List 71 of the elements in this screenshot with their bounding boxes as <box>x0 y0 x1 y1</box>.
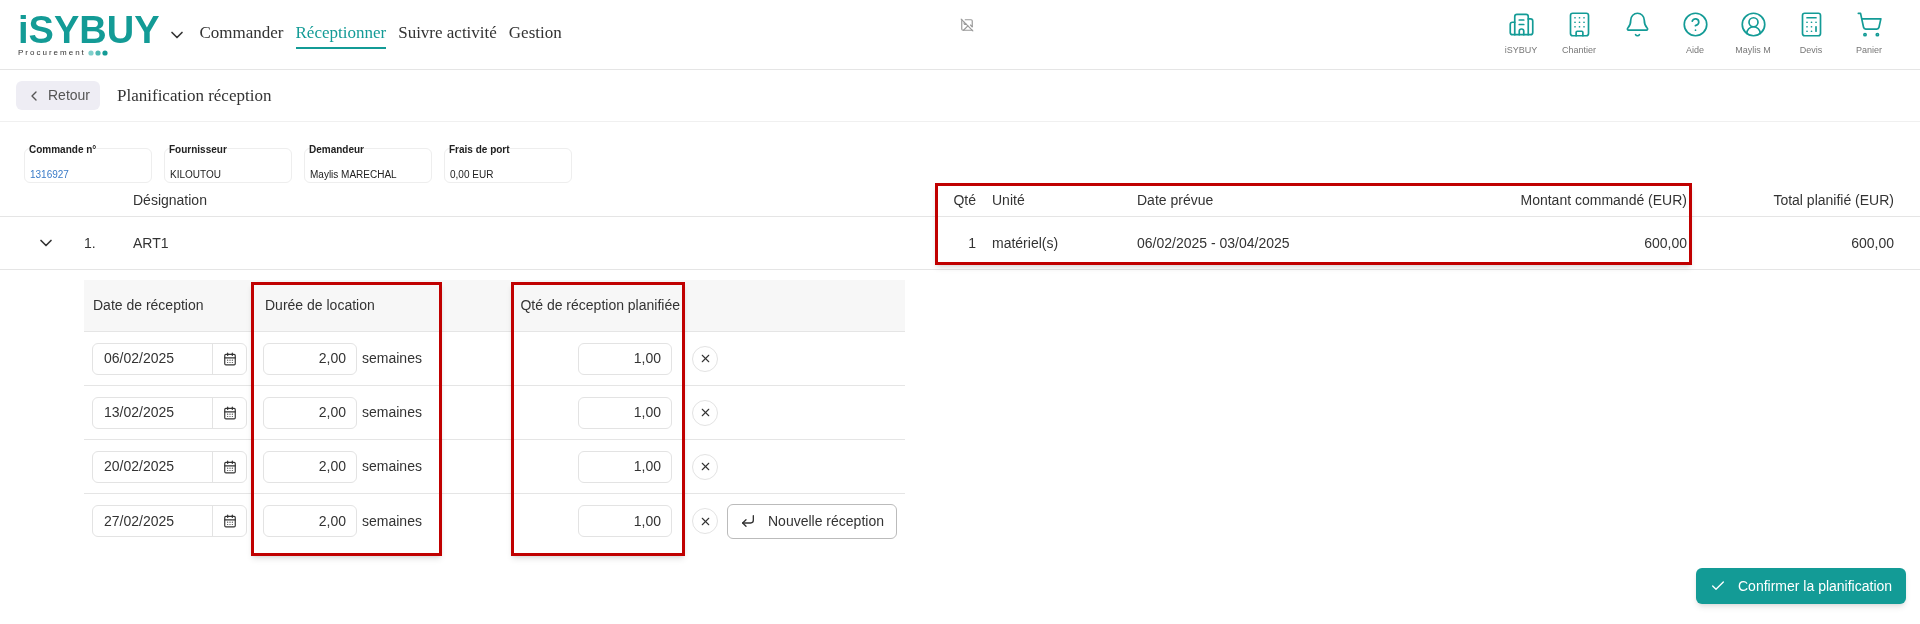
quantity-field[interactable]: 1,00 <box>578 450 672 483</box>
table-cell-text: ART1 <box>133 233 170 253</box>
column-header: Total planifié (EUR) <box>1772 191 1894 210</box>
nav-link[interactable]: Commander <box>199 20 284 49</box>
quantity-field[interactable]: 1,00 <box>578 396 672 429</box>
column-header: Date de réception <box>92 296 205 315</box>
column-header: Désignation <box>133 191 208 210</box>
broken-image-icon <box>960 18 974 32</box>
duration-unit: semaines <box>362 511 423 531</box>
cart-icon <box>1855 11 1883 39</box>
column-header: Qté de réception planifiée <box>519 296 680 315</box>
action-label: Aide <box>1686 44 1704 58</box>
duration-unit: semaines <box>362 349 423 368</box>
date-field[interactable]: 13/02/2025 <box>92 396 247 429</box>
table-cell-text: 06/02/2025 - 03/04/2025 <box>1137 233 1291 253</box>
column-header: Montant commandé (EUR) <box>1519 191 1687 210</box>
action-label: Maylis M <box>1735 44 1771 58</box>
action-label: Chantier <box>1562 44 1596 58</box>
help-icon <box>1681 11 1709 39</box>
user-icon <box>1739 11 1767 39</box>
action-label: Panier <box>1856 44 1882 58</box>
quantity-field[interactable]: 1,00 <box>578 505 672 537</box>
dots-icon <box>87 49 110 56</box>
table-cell-text: matériel(s) <box>992 233 1060 253</box>
duration-unit: semaines <box>362 457 423 476</box>
header-action[interactable]: Aide <box>1667 11 1723 58</box>
action-label: Devis <box>1799 44 1823 58</box>
table-cell-text: 1 <box>967 233 976 253</box>
header-action[interactable]: iSYBUY <box>1493 11 1549 58</box>
info-value: 0,00 EUR <box>450 169 494 180</box>
action-label: iSYBUY <box>1504 44 1538 58</box>
table-cell-text: 600,00 <box>1643 233 1687 253</box>
column-header: Durée de location <box>264 296 376 315</box>
duration-unit: semaines <box>362 403 423 422</box>
nav-link[interactable]: Gestion <box>508 20 562 49</box>
info-label: Frais de port <box>449 143 510 157</box>
info-value: KILOUTOU <box>170 169 221 180</box>
date-field[interactable]: 27/02/2025 <box>92 505 247 537</box>
duration-field[interactable]: 2,00 <box>263 396 357 429</box>
calendar-icon[interactable] <box>222 514 237 528</box>
duration-field[interactable]: 2,00 <box>263 505 357 537</box>
calendar-icon[interactable] <box>222 405 237 420</box>
table-cell-text: 600,00 <box>1850 233 1894 253</box>
date-field[interactable]: 06/02/2025 <box>92 342 247 375</box>
date-field[interactable]: 20/02/2025 <box>92 450 247 483</box>
calendar-icon[interactable] <box>222 459 237 474</box>
info-value[interactable]: 1316927 <box>30 169 69 180</box>
nav-link[interactable]: Suivre activité <box>398 20 497 49</box>
quantity-field[interactable]: 1,00 <box>578 342 672 375</box>
duration-field[interactable]: 2,00 <box>263 450 357 483</box>
header-action[interactable]: Maylis M <box>1725 11 1781 58</box>
info-value: Maylis MARECHAL <box>310 169 397 180</box>
column-header: Unité <box>992 191 1026 210</box>
row-number: 1. <box>84 233 97 253</box>
header-action[interactable]: Devis <box>1783 11 1839 58</box>
info-label: Commande n° <box>29 143 97 157</box>
info-label: Demandeur <box>309 143 364 157</box>
duration-field[interactable]: 2,00 <box>263 342 357 375</box>
logo[interactable]: iSYBUY Procurement <box>18 11 160 58</box>
header-action[interactable]: Panier <box>1841 11 1897 58</box>
new-reception-button[interactable]: Nouvelle réception <box>727 503 897 539</box>
calendar-icon[interactable] <box>222 351 237 366</box>
column-header: Qté <box>952 191 976 210</box>
back-button[interactable]: Retour <box>16 81 101 110</box>
page-title: Planification réception <box>117 84 272 107</box>
enter-icon <box>740 513 756 529</box>
header-action[interactable]: Chantier <box>1551 11 1607 58</box>
info-label: Fournisseur <box>169 143 227 157</box>
logo-tagline: Procurement <box>18 47 86 58</box>
logo-name: iSYBUY <box>18 11 160 48</box>
column-header: Date prévue <box>1137 191 1215 210</box>
